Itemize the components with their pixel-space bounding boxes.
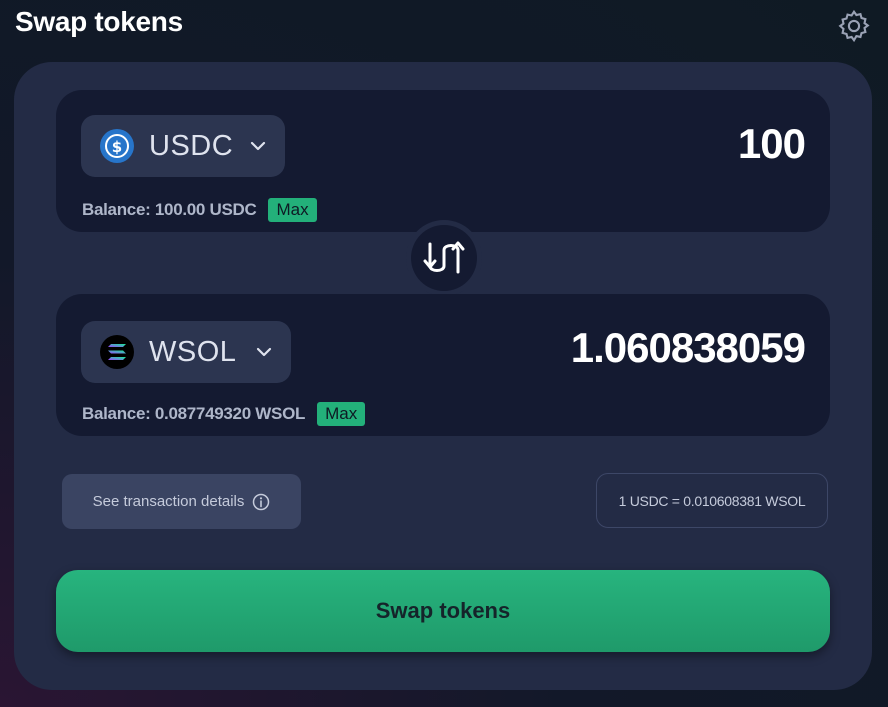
transaction-details-button[interactable]: See transaction details	[62, 474, 301, 529]
exchange-rate-text: 1 USDC = 0.010608381 WSOL	[618, 492, 806, 509]
to-balance: Balance: 0.087749320 WSOL	[82, 404, 306, 423]
to-token-symbol: WSOL	[149, 335, 237, 368]
chevron-down-icon	[256, 347, 272, 357]
from-max-button[interactable]: Max	[268, 198, 317, 222]
from-amount-input[interactable]: 100	[738, 120, 806, 168]
gear-icon[interactable]	[836, 8, 872, 44]
solana-icon	[100, 335, 134, 369]
from-token-panel: $ USDC 100 Balance: 100.00 USDC Max	[56, 90, 830, 232]
chevron-down-icon	[250, 141, 266, 151]
swap-card: $ USDC 100 Balance: 100.00 USDC Max WSOL…	[14, 62, 872, 690]
svg-text:$: $	[112, 138, 122, 156]
exchange-rate: 1 USDC = 0.010608381 WSOL	[596, 473, 828, 528]
details-label: See transaction details	[92, 493, 245, 510]
from-token-symbol: USDC	[149, 129, 234, 162]
to-max-button[interactable]: Max	[317, 402, 366, 426]
info-icon	[253, 493, 270, 510]
to-amount-output: 1.060838059	[570, 324, 806, 371]
from-balance: Balance: 100.00 USDC	[82, 200, 257, 219]
swap-direction-ring	[406, 220, 482, 296]
swap-arrows-icon	[423, 241, 465, 274]
page-title: Swap tokens	[15, 6, 183, 37]
swap-direction-button[interactable]	[411, 225, 477, 291]
to-token-selector[interactable]: WSOL	[81, 321, 291, 383]
to-token-panel: WSOL 1.060838059 Balance: 0.087749320 WS…	[56, 294, 830, 436]
usdc-icon: $	[100, 129, 134, 163]
from-balance-row: Balance: 100.00 USDC Max	[82, 198, 317, 222]
from-token-selector[interactable]: $ USDC	[81, 115, 285, 177]
to-balance-row: Balance: 0.087749320 WSOL Max	[82, 402, 366, 426]
swap-tokens-button[interactable]: Swap tokens	[56, 570, 830, 652]
